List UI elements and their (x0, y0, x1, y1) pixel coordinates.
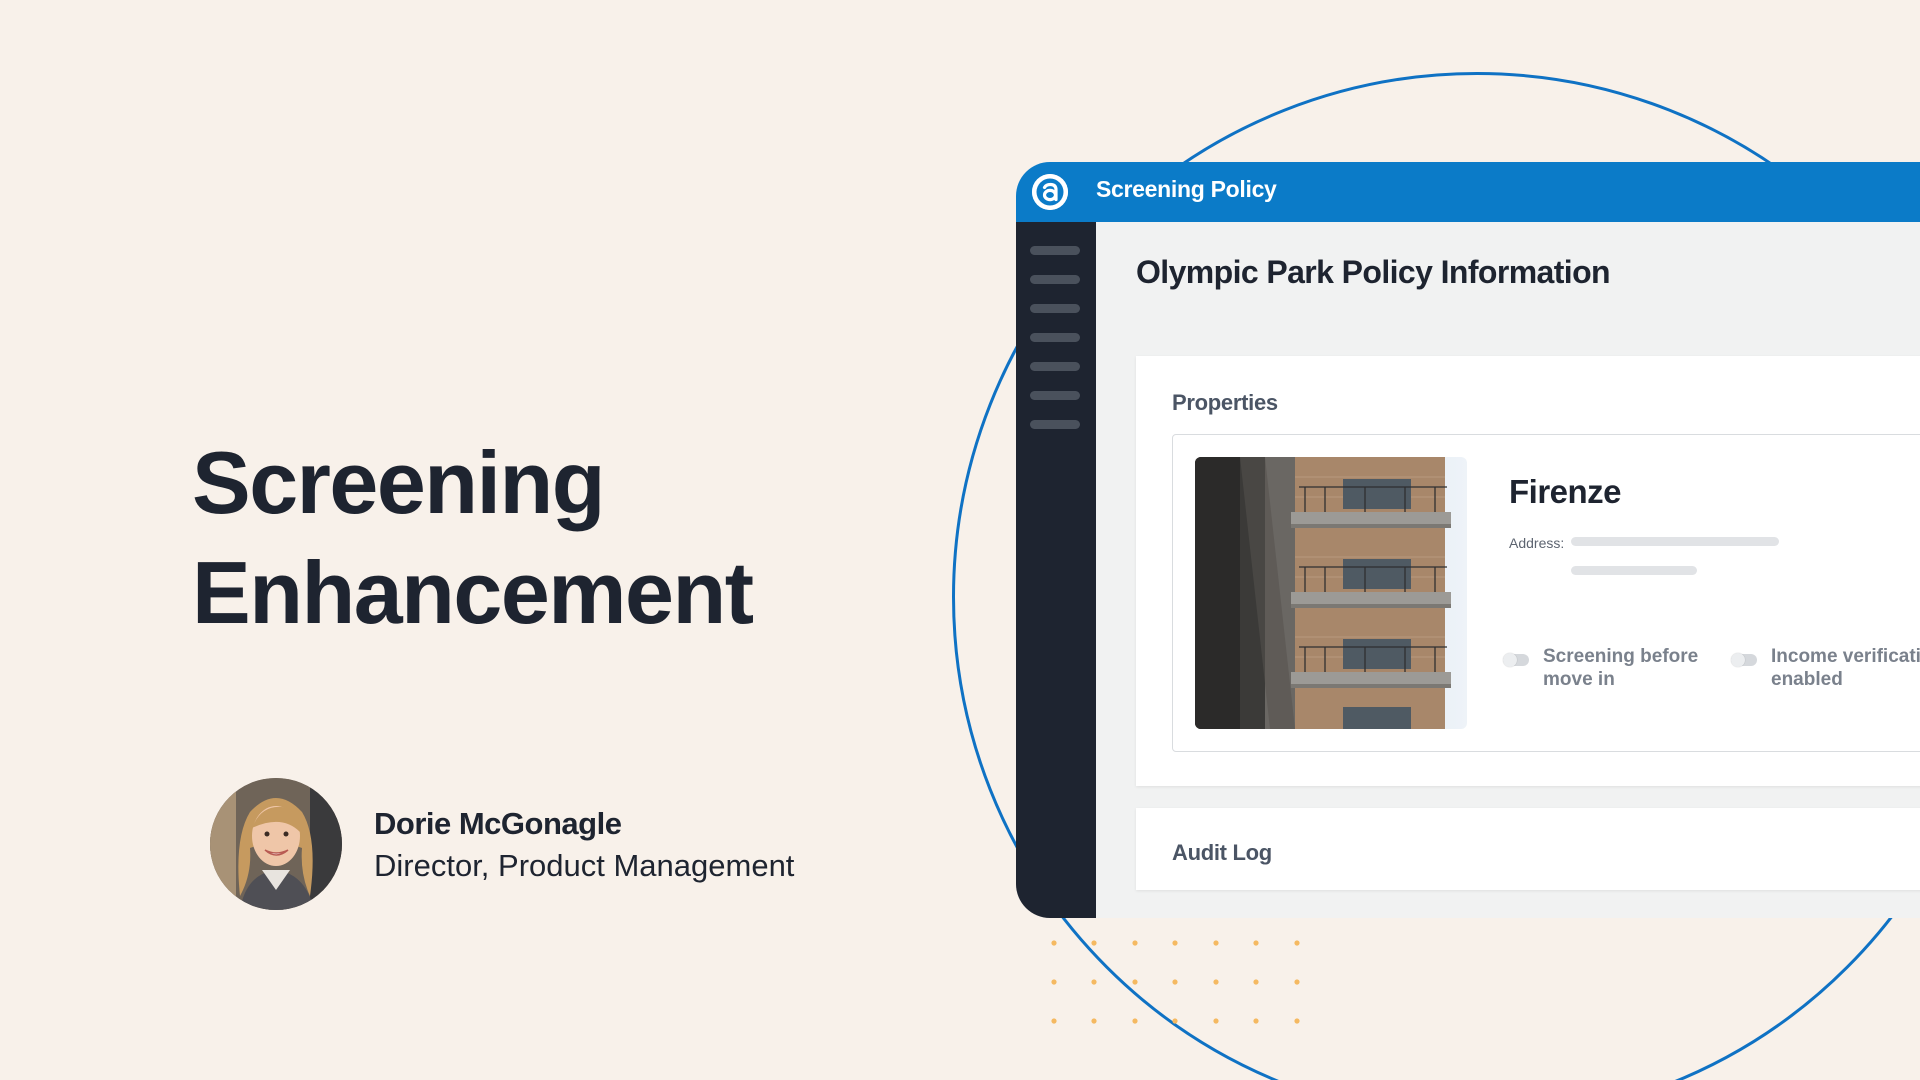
app-header: Screening Policy (1016, 162, 1920, 222)
presenter-avatar (210, 778, 342, 910)
address-label: Address: (1509, 535, 1565, 551)
app-header-title: Screening Policy (1096, 176, 1277, 202)
presenter-role: Director, Product Management (374, 848, 795, 883)
sidebar-item-5[interactable] (1030, 362, 1080, 371)
sidebar-menu-icon[interactable] (1016, 222, 1096, 918)
decorative-dots (1051, 940, 1300, 1024)
address-placeholder-line-1 (1571, 537, 1779, 546)
building-photo (1195, 457, 1467, 729)
audit-log-card[interactable]: Audit Log (1136, 808, 1920, 890)
appfolio-logo-icon[interactable] (1032, 174, 1068, 210)
property-name: Firenze (1509, 473, 1622, 510)
toggle-label-line: Screening before (1543, 646, 1699, 667)
screening-before-move-in-toggle[interactable] (1503, 653, 1529, 667)
toggle-label-line: Income verificati (1771, 646, 1920, 667)
screening-before-move-in-label: Screening before move in (1543, 645, 1698, 691)
sidebar-item-7[interactable] (1030, 420, 1080, 429)
toggle-label-line: enabled (1771, 669, 1843, 690)
sidebar-item-2[interactable] (1030, 275, 1080, 284)
income-verification-toggle[interactable] (1731, 653, 1757, 667)
slide-title: Screening Enhancement (192, 428, 754, 648)
slide-title-line-1: Screening (192, 433, 605, 532)
slide-title-line-2: Enhancement (192, 543, 754, 642)
sidebar-item-3[interactable] (1030, 304, 1080, 313)
app-window: Screening Policy Olympic Park Policy Inf… (1016, 162, 1920, 918)
app-main-content: Olympic Park Policy Information Properti… (1096, 222, 1920, 918)
sidebar-item-6[interactable] (1030, 391, 1080, 400)
presenter-name: Dorie McGonagle (374, 806, 622, 841)
sidebar-item-1[interactable] (1030, 246, 1080, 255)
audit-log-heading: Audit Log (1172, 840, 1272, 865)
properties-heading: Properties (1172, 390, 1278, 415)
address-placeholder-line-2 (1571, 566, 1697, 575)
properties-card: Properties Firenze Address: Screening be… (1136, 356, 1920, 786)
sidebar-item-4[interactable] (1030, 333, 1080, 342)
toggle-label-line: move in (1543, 669, 1615, 690)
property-card[interactable]: Firenze Address: Screening before move i… (1172, 434, 1920, 752)
income-verification-label: Income verificati enabled (1771, 645, 1920, 691)
page-title: Olympic Park Policy Information (1136, 254, 1611, 290)
